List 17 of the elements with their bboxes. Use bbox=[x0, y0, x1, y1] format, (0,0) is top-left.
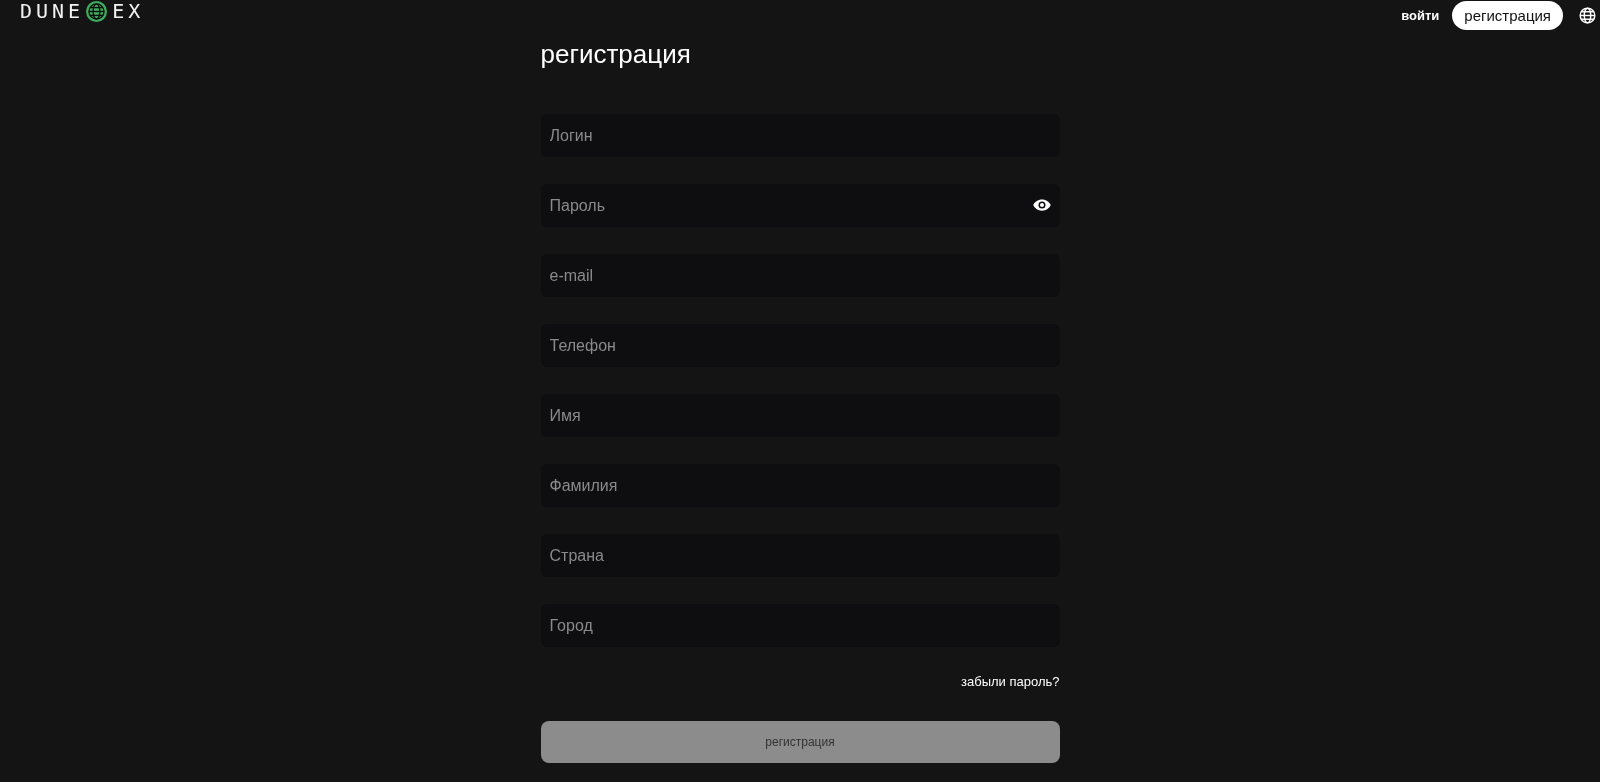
input-field[interactable]: Фамилия bbox=[540, 464, 1060, 507]
globe-icon bbox=[1579, 6, 1596, 24]
eye-icon[interactable] bbox=[1032, 199, 1051, 211]
input-field[interactable]: e-mail bbox=[540, 254, 1060, 297]
input-field[interactable]: Логин bbox=[540, 114, 1060, 157]
language-button[interactable] bbox=[1579, 6, 1596, 24]
logo-text: EX bbox=[112, 0, 145, 22]
input-field[interactable]: Страна bbox=[540, 534, 1060, 577]
login-link[interactable]: войти bbox=[1401, 7, 1440, 23]
input-field[interactable]: Имя bbox=[540, 394, 1060, 437]
register-button[interactable]: регистрация bbox=[1452, 0, 1563, 30]
form-title: регистрация bbox=[540, 38, 692, 70]
password-field[interactable]: Пароль bbox=[540, 184, 1060, 227]
forgot-password-link[interactable]: забыли пароль? bbox=[961, 674, 1060, 689]
input-field[interactable]: Телефон bbox=[540, 324, 1060, 367]
logo-text: DUNE bbox=[20, 0, 85, 22]
input-field[interactable]: Город bbox=[540, 604, 1060, 647]
